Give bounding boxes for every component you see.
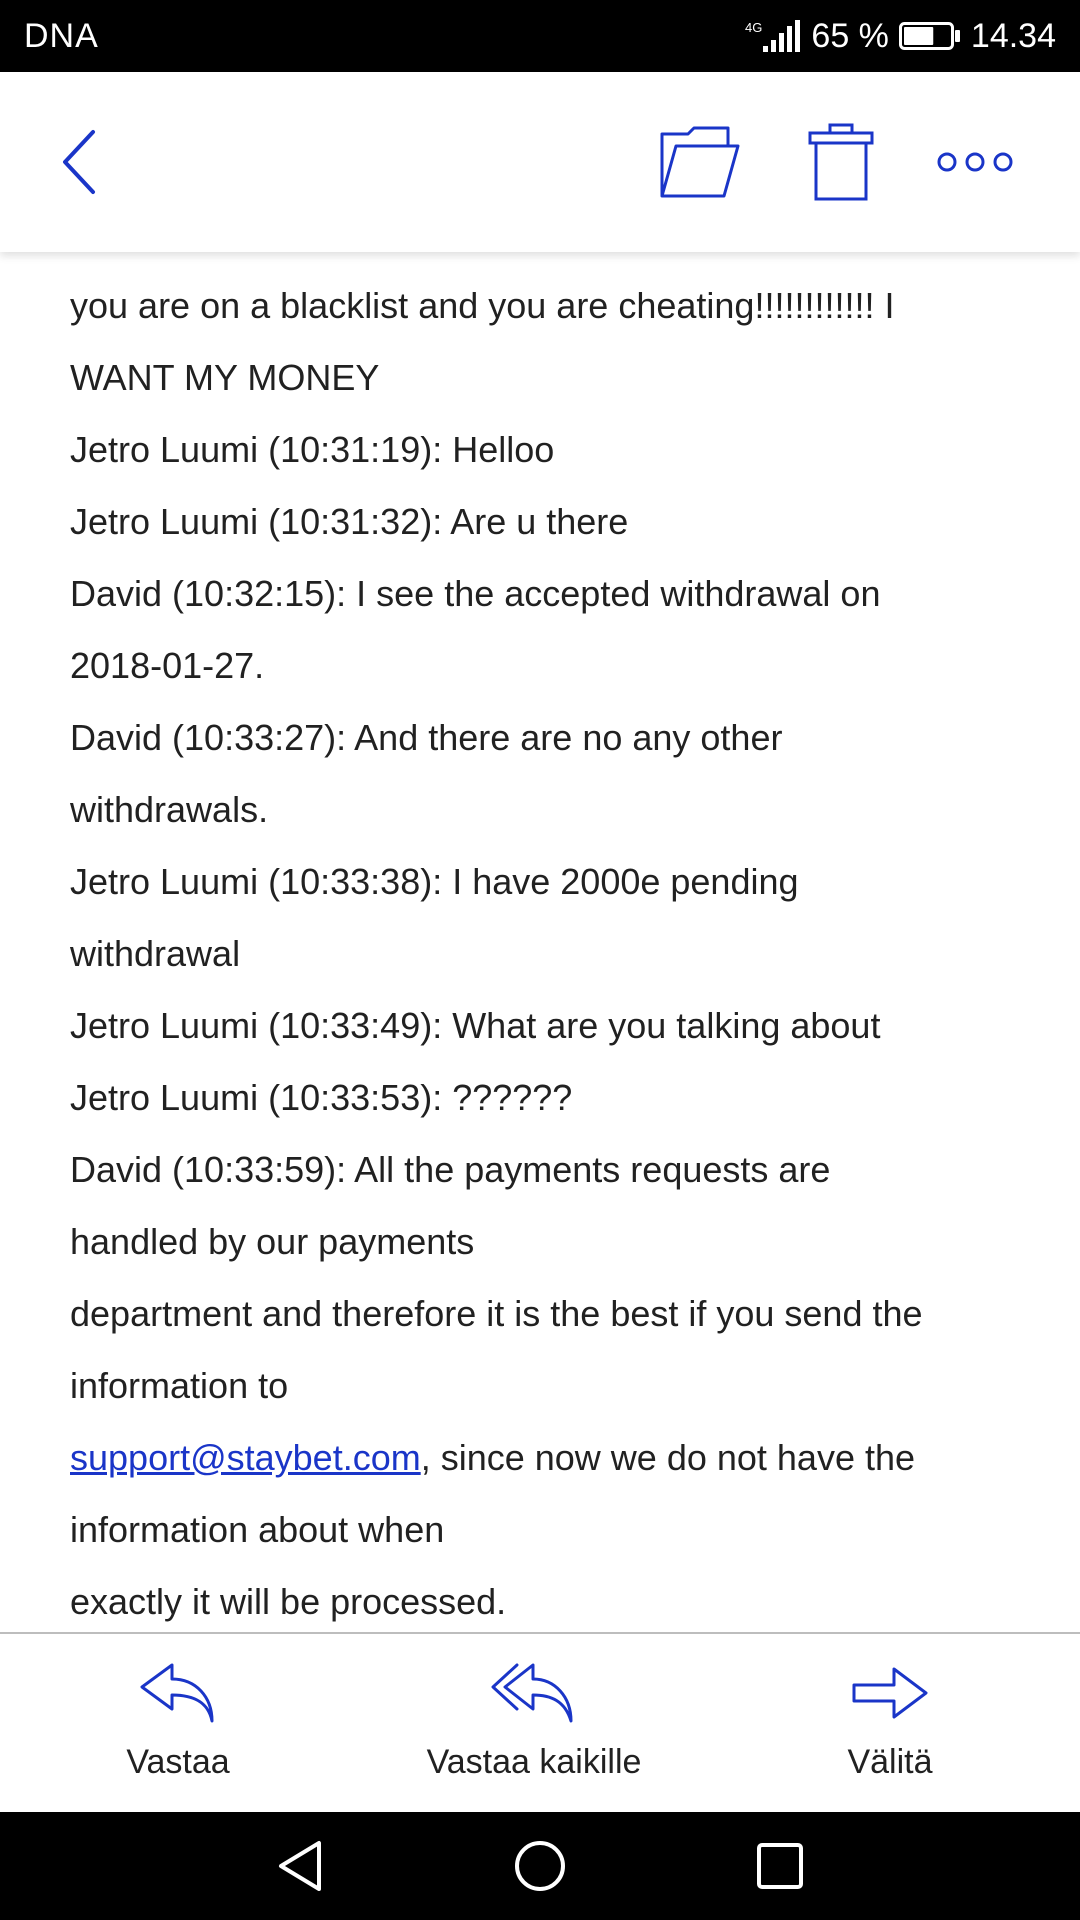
message-line: information to [70,1365,289,1406]
forward-icon-wrap [850,1658,930,1728]
message-line: WANT MY MONEY [70,357,380,398]
reply-all-icon-wrap [491,1658,577,1728]
screen: DNA 4G 65 % 14.34 you are on a blacklist… [0,0,1080,1920]
reply-icon [140,1663,214,1723]
trash-icon [808,123,874,201]
message-line: David (10:33:59): All the payments reque… [70,1149,831,1190]
message-line: support@staybet.com, since now we do not… [70,1436,915,1480]
message-line: Jetro Luumi (10:31:19): Helloo [70,429,555,470]
move-to-folder-button[interactable] [652,117,748,207]
app-bar [0,72,1080,252]
message-line: exactly it will be processed. [70,1581,507,1622]
message-line: Jetro Luumi (10:33:49): What are you tal… [70,1005,881,1046]
signal-icon: 4G [745,18,801,54]
nav-home-button[interactable] [510,1836,570,1896]
more-horizontal-icon [937,152,1013,172]
folder-icon [660,126,740,198]
more-options-button[interactable] [930,122,1020,202]
nav-recent-button[interactable] [750,1836,810,1896]
battery-percentage: 65 % [811,16,889,55]
system-nav-bar [0,1812,1080,1920]
support-email-link[interactable]: support@staybet.com [70,1437,421,1478]
chevron-left-icon [63,130,95,194]
square-recent-icon [757,1843,803,1889]
circle-home-icon [515,1841,565,1891]
reply-all-label: Vastaa kaikille [426,1743,642,1781]
bottom-action-bar: Vastaa Vastaa kaikille Välitä [0,1634,1080,1812]
nav-back-button[interactable] [270,1836,330,1896]
message-line: withdrawals. [70,789,269,830]
message-line: handled by our payments [70,1221,475,1262]
network-type: 4G [745,20,762,35]
status-indicators: 4G 65 % 14.34 [745,14,1056,58]
reply-all-button[interactable]: Vastaa kaikille [394,1634,674,1812]
battery-icon [898,20,961,52]
clock: 14.34 [970,16,1056,55]
message-line: Jetro Luumi (10:31:32): Are u there [70,501,629,542]
triangle-back-icon [279,1841,321,1891]
message-line: 2018-01-27. [70,645,265,686]
message-line: David (10:32:15): I see the accepted wit… [70,573,881,614]
reply-label: Vastaa [126,1743,230,1781]
carrier-name: DNA [24,17,99,55]
reply-icon-wrap [138,1658,218,1728]
forward-button[interactable]: Välitä [780,1634,1000,1812]
message-line: Jetro Luumi (10:33:53): ?????? [70,1077,573,1118]
reply-all-icon [491,1663,573,1723]
delete-button[interactable] [800,117,882,207]
message-line: information about when [70,1509,445,1550]
message-line: withdrawal [70,933,241,974]
message-line-text: , since now we do not have the [420,1437,916,1478]
reply-button[interactable]: Vastaa [60,1634,296,1812]
message-line: department and therefore it is the best … [70,1293,923,1334]
status-bar: DNA 4G 65 % 14.34 [0,0,1080,72]
message-line: David (10:33:27): And there are no any o… [70,717,783,758]
message-body: you are on a blacklist and you are cheat… [0,252,1080,1632]
back-button[interactable] [40,112,120,212]
message-line: Jetro Luumi (10:33:38): I have 2000e pen… [70,861,799,902]
forward-label: Välitä [847,1743,933,1781]
forward-arrow-icon [852,1667,928,1719]
message-line: you are on a blacklist and you are cheat… [70,285,895,326]
